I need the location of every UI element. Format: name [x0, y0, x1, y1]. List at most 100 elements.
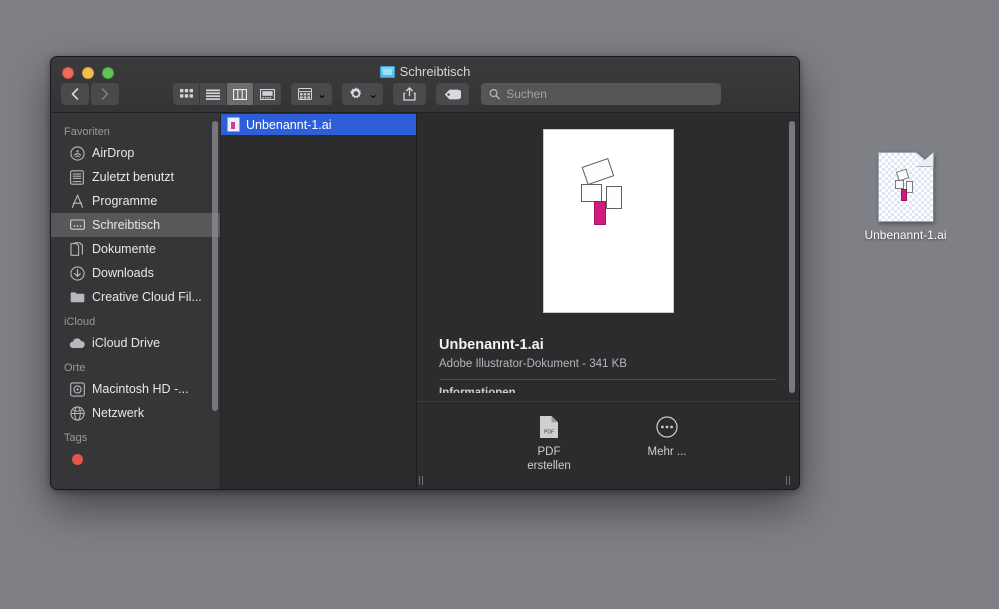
preview-file-subtitle: Adobe Illustrator-Dokument - 341 KB: [439, 358, 627, 370]
sidebar-item-label: Downloads: [92, 266, 154, 280]
sidebar-item-label: Zuletzt benutzt: [92, 170, 174, 184]
desktop-icon: [69, 217, 85, 233]
preview-scrollbar[interactable]: [789, 121, 795, 393]
sidebar: Favoriten AirDrop Zuletzt benutzt Progra…: [51, 113, 221, 489]
quick-action-label-line1: Mehr ...: [647, 446, 687, 458]
preview-divider: [439, 379, 777, 380]
column-view-icon: [233, 88, 247, 100]
sidebar-item-icloud-drive[interactable]: iCloud Drive: [51, 331, 220, 355]
action-gear-button[interactable]: ⌄: [342, 83, 384, 105]
svg-text:PDF: PDF: [544, 430, 554, 436]
illustrator-file-icon: [227, 117, 240, 132]
icon-view-button[interactable]: [173, 83, 200, 105]
desktop-file-icon[interactable]: Unbenannt-1.ai: [858, 152, 953, 242]
column-resize-grip-left[interactable]: [416, 474, 426, 486]
quick-actions-bar: PDF PDF erstellen Mehr ...: [417, 401, 799, 489]
arrange-grid-icon: [298, 88, 312, 100]
column-resize-grip-right[interactable]: [783, 474, 793, 486]
quick-action-label-line1: PDF: [537, 446, 561, 458]
document-thumbnail-art: [894, 168, 919, 202]
tag-icon: [444, 89, 462, 99]
folder-icon: [69, 289, 85, 305]
sidebar-item-schreibtisch[interactable]: Schreibtisch: [51, 213, 220, 237]
preview-pane: Unbenannt-1.ai Adobe Illustrator-Dokumen…: [417, 113, 799, 489]
illustrator-document-icon: [877, 152, 934, 222]
preview-thumbnail: [542, 129, 674, 313]
file-list-row[interactable]: Unbenannt-1.ai: [221, 114, 416, 135]
sidebar-item-label: Dokumente: [92, 242, 156, 256]
preview-section-heading: Informationen: [439, 387, 516, 393]
file-list-column[interactable]: Unbenannt-1.ai: [221, 113, 417, 489]
chevron-right-icon: [101, 88, 109, 100]
share-button[interactable]: [393, 83, 427, 105]
chevron-left-icon: [71, 88, 79, 100]
share-icon: [403, 87, 416, 101]
airdrop-icon: [69, 145, 85, 161]
chevron-down-icon: ⌄: [368, 87, 379, 101]
documents-icon: [69, 241, 85, 257]
arrange-button[interactable]: ⌄: [291, 83, 333, 105]
window-body: Favoriten AirDrop Zuletzt benutzt Progra…: [51, 113, 799, 489]
sidebar-item-label: Schreibtisch: [92, 218, 161, 232]
downloads-icon: [69, 265, 85, 281]
preview-file-title: Unbenannt-1.ai: [439, 337, 544, 353]
preview-scroll-area: Unbenannt-1.ai Adobe Illustrator-Dokumen…: [417, 113, 799, 401]
back-button[interactable]: [61, 83, 89, 105]
harddisk-icon: [69, 381, 85, 397]
recents-icon: [69, 169, 85, 185]
finder-toolbar: ⌄ ⌄: [51, 82, 799, 106]
red-tag-dot-icon: [69, 451, 85, 467]
sidebar-item-creative-cloud-files[interactable]: Creative Cloud Fil...: [51, 285, 220, 309]
more-ellipsis-icon: [629, 414, 705, 440]
column-view-button[interactable]: [227, 83, 254, 105]
list-view-button[interactable]: [200, 83, 227, 105]
sidebar-item-macintosh-hd[interactable]: Macintosh HD -...: [51, 377, 220, 401]
window-title: Schreibtisch: [51, 64, 799, 79]
navigation-group: [61, 83, 119, 105]
sidebar-item-programme[interactable]: Programme: [51, 189, 220, 213]
sidebar-item-label: iCloud Drive: [92, 336, 161, 350]
sidebar-header-favoriten: Favoriten: [64, 126, 110, 138]
sidebar-item-netzwerk[interactable]: Netzwerk: [51, 401, 220, 425]
quick-action-label-line2: erstellen: [527, 460, 571, 472]
tag-button[interactable]: [436, 83, 470, 105]
pdf-document-icon: PDF: [511, 414, 587, 440]
network-globe-icon: [69, 405, 85, 421]
sidebar-item-label: Netzwerk: [92, 406, 145, 420]
sidebar-scrollbar[interactable]: [212, 121, 218, 411]
sidebar-item-zuletzt-benutzt[interactable]: Zuletzt benutzt: [51, 165, 220, 189]
sidebar-header-orte: Orte: [64, 362, 86, 374]
view-mode-segmented-control: [173, 83, 281, 105]
search-input[interactable]: [506, 87, 714, 101]
sidebar-header-icloud: iCloud: [64, 316, 96, 328]
sidebar-item-dokumente[interactable]: Dokumente: [51, 237, 220, 261]
gallery-view-icon: [260, 88, 275, 100]
gear-icon: [350, 87, 362, 99]
search-field[interactable]: [481, 83, 722, 105]
sidebar-item-label: Creative Cloud Fil...: [92, 290, 202, 304]
forward-button[interactable]: [91, 83, 119, 105]
sidebar-item-tag-red[interactable]: [51, 447, 220, 471]
window-title-text: Schreibtisch: [399, 64, 471, 79]
sidebar-item-label: Programme: [92, 194, 158, 208]
file-name-label: Unbenannt-1.ai: [246, 117, 332, 132]
artboard-shapes: [580, 158, 637, 230]
sidebar-item-label: AirDrop: [92, 146, 135, 160]
search-icon: [489, 89, 501, 100]
finder-window: Schreibtisch ⌄ ⌄ Suchen Favoriten AirDro…: [50, 56, 800, 490]
applications-icon: [69, 193, 85, 209]
gallery-view-button[interactable]: [254, 83, 281, 105]
list-view-icon: [206, 89, 220, 100]
quick-action-more[interactable]: Mehr ...: [629, 414, 705, 459]
folder-icon: [379, 65, 395, 78]
sidebar-item-airdrop[interactable]: AirDrop: [51, 141, 220, 165]
window-titlebar[interactable]: Schreibtisch ⌄ ⌄ Suchen: [51, 57, 799, 113]
sidebar-item-downloads[interactable]: Downloads: [51, 261, 220, 285]
icon-view-icon: [179, 88, 193, 98]
quick-action-create-pdf[interactable]: PDF PDF erstellen: [511, 414, 587, 473]
sidebar-header-tags: Tags: [64, 432, 88, 444]
cloud-icon: [69, 335, 85, 351]
desktop-icon-label: Unbenannt-1.ai: [864, 228, 947, 242]
sidebar-item-label: Macintosh HD -...: [92, 382, 189, 396]
chevron-down-icon: ⌄: [317, 87, 328, 101]
